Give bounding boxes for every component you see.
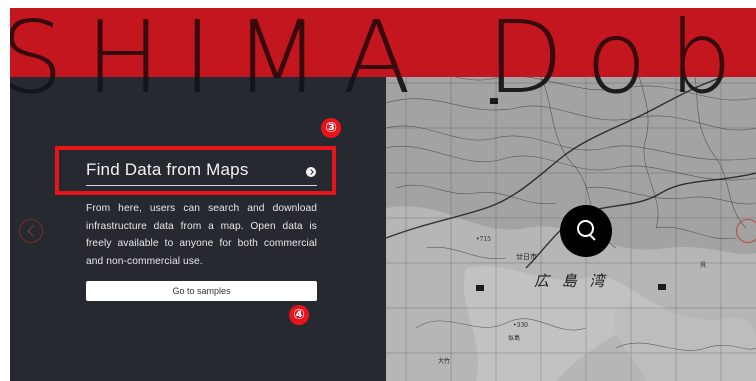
map-city-label: 廿日市	[516, 253, 537, 261]
carousel-next-button[interactable]	[736, 219, 756, 243]
panel-description: From here, users can search and download…	[86, 203, 317, 267]
page: SHIMA Dobo SHIMA Dobo SHIMA Dobo 広 島 湾 廿…	[0, 0, 756, 381]
map-elevation-label: •715	[476, 236, 491, 243]
arrow-right-icon[interactable]	[306, 167, 316, 177]
map-place-label: 大竹	[438, 358, 451, 365]
go-to-samples-button[interactable]: Go to samples	[86, 281, 317, 301]
panel-title[interactable]: Find Data from Maps	[86, 160, 249, 180]
banner-title: SHIMA Dobo	[10, 8, 756, 77]
title-underline	[86, 185, 317, 186]
step-3-marker: ③	[321, 118, 341, 138]
map-elevation-label: •330	[513, 322, 528, 329]
map-place-label: 呉	[700, 262, 707, 269]
carousel-prev-button[interactable]	[19, 219, 43, 243]
title-banner: SHIMA Dobo	[10, 8, 756, 77]
map-place-label: 似島	[508, 335, 521, 342]
left-edge	[0, 0, 10, 381]
step-4-marker: ④	[289, 305, 309, 325]
map-search-button[interactable]	[560, 205, 612, 257]
map-bay-label: 広 島 湾	[534, 272, 609, 290]
